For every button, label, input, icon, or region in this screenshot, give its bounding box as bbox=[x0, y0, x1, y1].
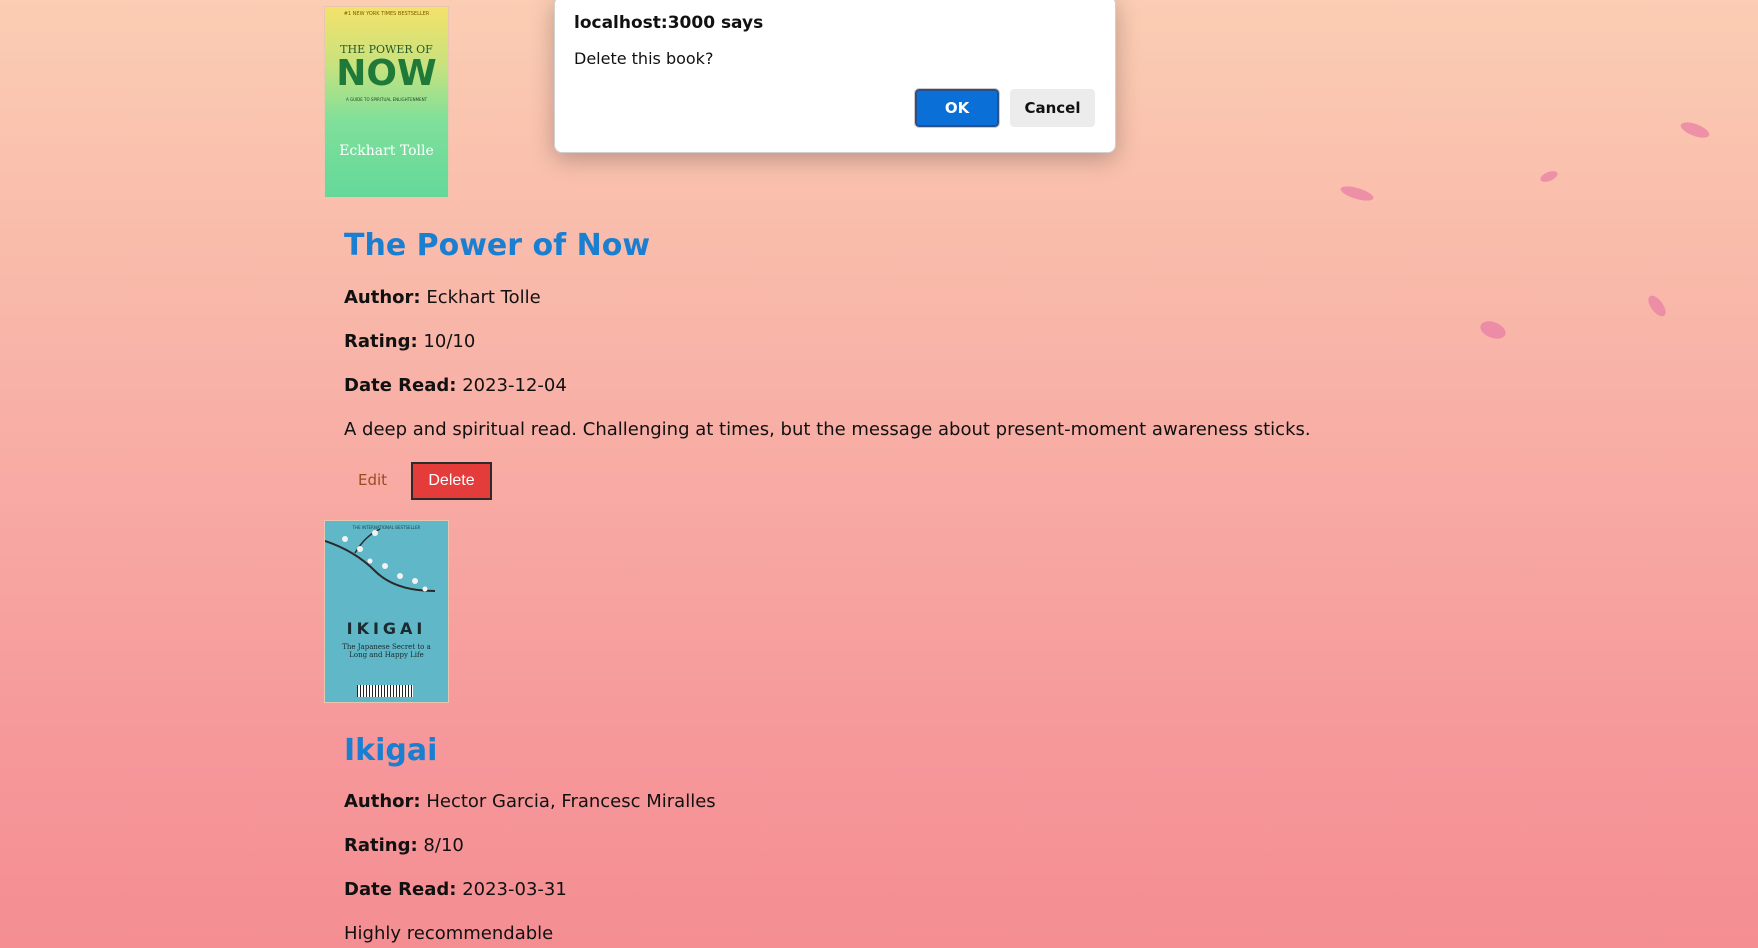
book-notes: Highly recommendable bbox=[344, 923, 554, 944]
dialog-message: Delete this book? bbox=[574, 49, 714, 68]
book-author: Author: Hector Garcia, Francesc Miralles bbox=[344, 791, 716, 812]
book-cover-image: #1 NEW YORK TIMES BESTSELLER THE POWER O… bbox=[324, 6, 449, 198]
rating-value: 8/10 bbox=[423, 835, 464, 856]
book-cover-image: THE INTERNATIONAL BESTSELLER IKIGAI The … bbox=[324, 520, 449, 703]
cancel-button[interactable]: Cancel bbox=[1010, 89, 1095, 127]
petal-decoration bbox=[1678, 118, 1712, 142]
cover-top-line: #1 NEW YORK TIMES BESTSELLER bbox=[343, 11, 430, 17]
date-read-value: 2023-12-04 bbox=[462, 375, 567, 396]
book-rating: Rating: 8/10 bbox=[344, 835, 464, 856]
confirm-dialog: localhost:3000 says Delete this book? OK… bbox=[554, 0, 1116, 153]
date-read-label: Date Read: bbox=[344, 375, 457, 396]
date-read-value: 2023-03-31 bbox=[462, 879, 567, 900]
cover-subtitle: A GUIDE TO SPIRITUAL ENLIGHTENMENT bbox=[345, 97, 428, 102]
book-notes: A deep and spiritual read. Challenging a… bbox=[344, 419, 1311, 440]
book-title: The Power of Now bbox=[344, 228, 651, 263]
author-label: Author: bbox=[344, 791, 421, 812]
petal-decoration bbox=[1339, 182, 1375, 205]
book-title: Ikigai bbox=[344, 733, 438, 768]
cover-title: IKIGAI bbox=[346, 619, 427, 638]
rating-label: Rating: bbox=[344, 835, 418, 856]
author-label: Author: bbox=[344, 287, 421, 308]
book-rating: Rating: 10/10 bbox=[344, 331, 475, 352]
book-date-read: Date Read: 2023-12-04 bbox=[344, 375, 567, 396]
rating-value: 10/10 bbox=[423, 331, 476, 352]
cover-title-line2: NOW bbox=[336, 53, 437, 94]
barcode-icon bbox=[357, 685, 413, 697]
petal-decoration bbox=[1539, 169, 1559, 184]
book-date-read: Date Read: 2023-03-31 bbox=[344, 879, 567, 900]
cover-subtitle: The Japanese Secret to a Long and Happy … bbox=[342, 643, 431, 659]
author-value: Hector Garcia, Francesc Miralles bbox=[426, 791, 716, 812]
cover-author: Eckhart Tolle bbox=[339, 143, 434, 159]
ok-button[interactable]: OK bbox=[914, 88, 1000, 128]
petal-decoration bbox=[1477, 316, 1509, 344]
author-value: Eckhart Tolle bbox=[426, 287, 541, 308]
book-author: Author: Eckhart Tolle bbox=[344, 287, 541, 308]
cherry-branch-icon bbox=[325, 528, 436, 592]
cover-top-line: THE INTERNATIONAL BESTSELLER bbox=[352, 525, 421, 530]
edit-button[interactable]: Edit bbox=[350, 467, 395, 493]
delete-button[interactable]: Delete bbox=[411, 462, 492, 500]
dialog-title: localhost:3000 says bbox=[574, 13, 764, 33]
petal-decoration bbox=[1645, 292, 1669, 320]
rating-label: Rating: bbox=[344, 331, 418, 352]
date-read-label: Date Read: bbox=[344, 879, 457, 900]
